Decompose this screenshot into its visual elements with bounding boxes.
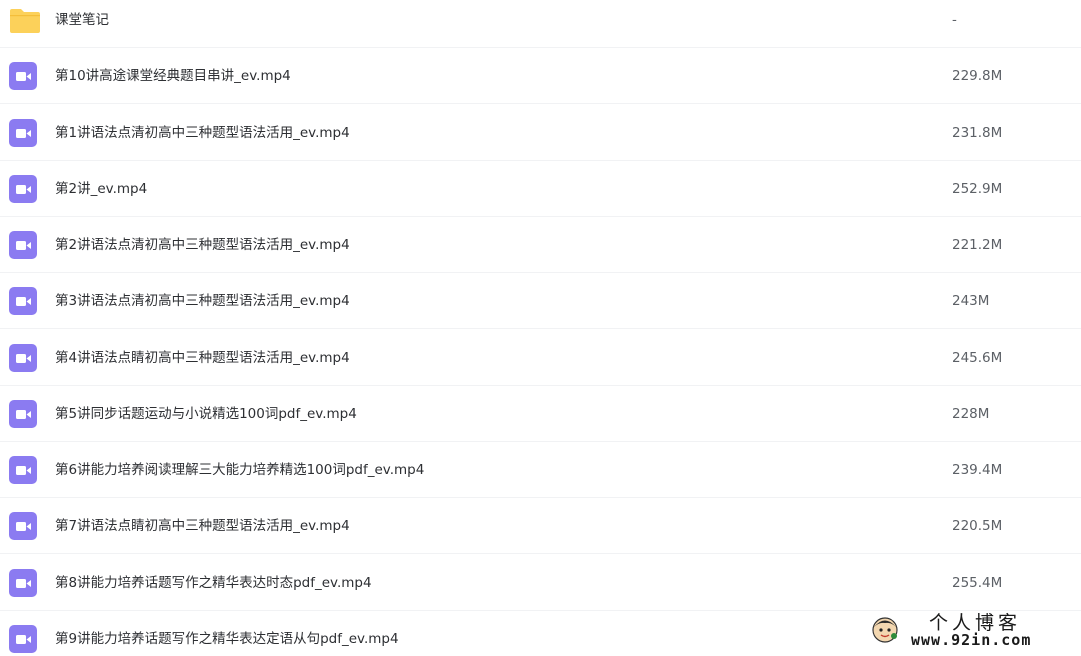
file-name[interactable]: 第5讲同步话题运动与小说精选100词pdf_ev.mp4 xyxy=(55,386,357,442)
file-size: 243M xyxy=(952,293,990,309)
file-size: 229.8M xyxy=(952,68,1003,84)
file-name[interactable]: 第2讲语法点清初高中三种题型语法活用_ev.mp4 xyxy=(55,217,350,273)
watermark-url: www.92in.com xyxy=(911,631,1032,649)
list-item[interactable]: 第5讲同步话题运动与小说精选100词pdf_ev.mp4 228M xyxy=(0,386,1081,442)
file-size: 255.4M xyxy=(952,575,1003,591)
file-size: 228M xyxy=(952,406,990,422)
list-item[interactable]: 第2讲语法点清初高中三种题型语法活用_ev.mp4 221.2M xyxy=(0,217,1081,273)
file-size: 221.2M xyxy=(952,237,1003,253)
list-item[interactable]: 第10讲高途课堂经典题目串讲_ev.mp4 229.8M xyxy=(0,48,1081,104)
video-file-icon xyxy=(9,287,37,315)
file-name[interactable]: 第6讲能力培养阅读理解三大能力培养精选100词pdf_ev.mp4 xyxy=(55,442,424,498)
file-name[interactable]: 第8讲能力培养话题写作之精华表达时态pdf_ev.mp4 xyxy=(55,555,372,611)
video-file-icon xyxy=(9,569,37,597)
blog-watermark: 个人博客 www.92in.com xyxy=(871,608,1067,652)
file-size: 231.8M xyxy=(952,125,1003,141)
file-size: 252.9M xyxy=(952,181,1003,197)
file-size: 245.6M xyxy=(952,350,1003,366)
mascot-icon xyxy=(871,616,899,644)
file-name[interactable]: 第2讲_ev.mp4 xyxy=(55,161,147,217)
file-size: 220.5M xyxy=(952,518,1003,534)
video-file-icon xyxy=(9,400,37,428)
video-file-icon xyxy=(9,62,37,90)
list-item[interactable]: 第3讲语法点清初高中三种题型语法活用_ev.mp4 243M xyxy=(0,273,1081,329)
list-item[interactable]: 课堂笔记 - xyxy=(0,0,1081,48)
list-item[interactable]: 第6讲能力培养阅读理解三大能力培养精选100词pdf_ev.mp4 239.4M xyxy=(0,442,1081,498)
folder-icon xyxy=(9,6,40,34)
video-file-icon xyxy=(9,175,37,203)
video-file-icon xyxy=(9,625,37,653)
video-file-icon xyxy=(9,231,37,259)
list-item[interactable]: 第2讲_ev.mp4 252.9M xyxy=(0,161,1081,217)
file-name[interactable]: 第1讲语法点清初高中三种题型语法活用_ev.mp4 xyxy=(55,105,350,161)
list-item[interactable]: 第7讲语法点睛初高中三种题型语法活用_ev.mp4 220.5M xyxy=(0,498,1081,554)
file-name[interactable]: 第10讲高途课堂经典题目串讲_ev.mp4 xyxy=(55,48,291,104)
file-name[interactable]: 第7讲语法点睛初高中三种题型语法活用_ev.mp4 xyxy=(55,498,350,554)
video-file-icon xyxy=(9,119,37,147)
list-item[interactable]: 第4讲语法点睛初高中三种题型语法活用_ev.mp4 245.6M xyxy=(0,330,1081,386)
video-file-icon xyxy=(9,512,37,540)
file-size: 239.4M xyxy=(952,462,1003,478)
file-name[interactable]: 课堂笔记 xyxy=(55,0,109,48)
file-name[interactable]: 第4讲语法点睛初高中三种题型语法活用_ev.mp4 xyxy=(55,330,350,386)
file-size: - xyxy=(952,12,957,28)
file-list: 课堂笔记 - 第10讲高途课堂经典题目串讲_ev.mp4 229.8M 第1讲语… xyxy=(0,0,1081,656)
video-file-icon xyxy=(9,344,37,372)
file-name[interactable]: 第3讲语法点清初高中三种题型语法活用_ev.mp4 xyxy=(55,273,350,329)
file-name[interactable]: 第9讲能力培养话题写作之精华表达定语从句pdf_ev.mp4 xyxy=(55,611,399,656)
list-item[interactable]: 第8讲能力培养话题写作之精华表达时态pdf_ev.mp4 255.4M xyxy=(0,555,1081,611)
video-file-icon xyxy=(9,456,37,484)
list-item[interactable]: 第1讲语法点清初高中三种题型语法活用_ev.mp4 231.8M xyxy=(0,105,1081,161)
